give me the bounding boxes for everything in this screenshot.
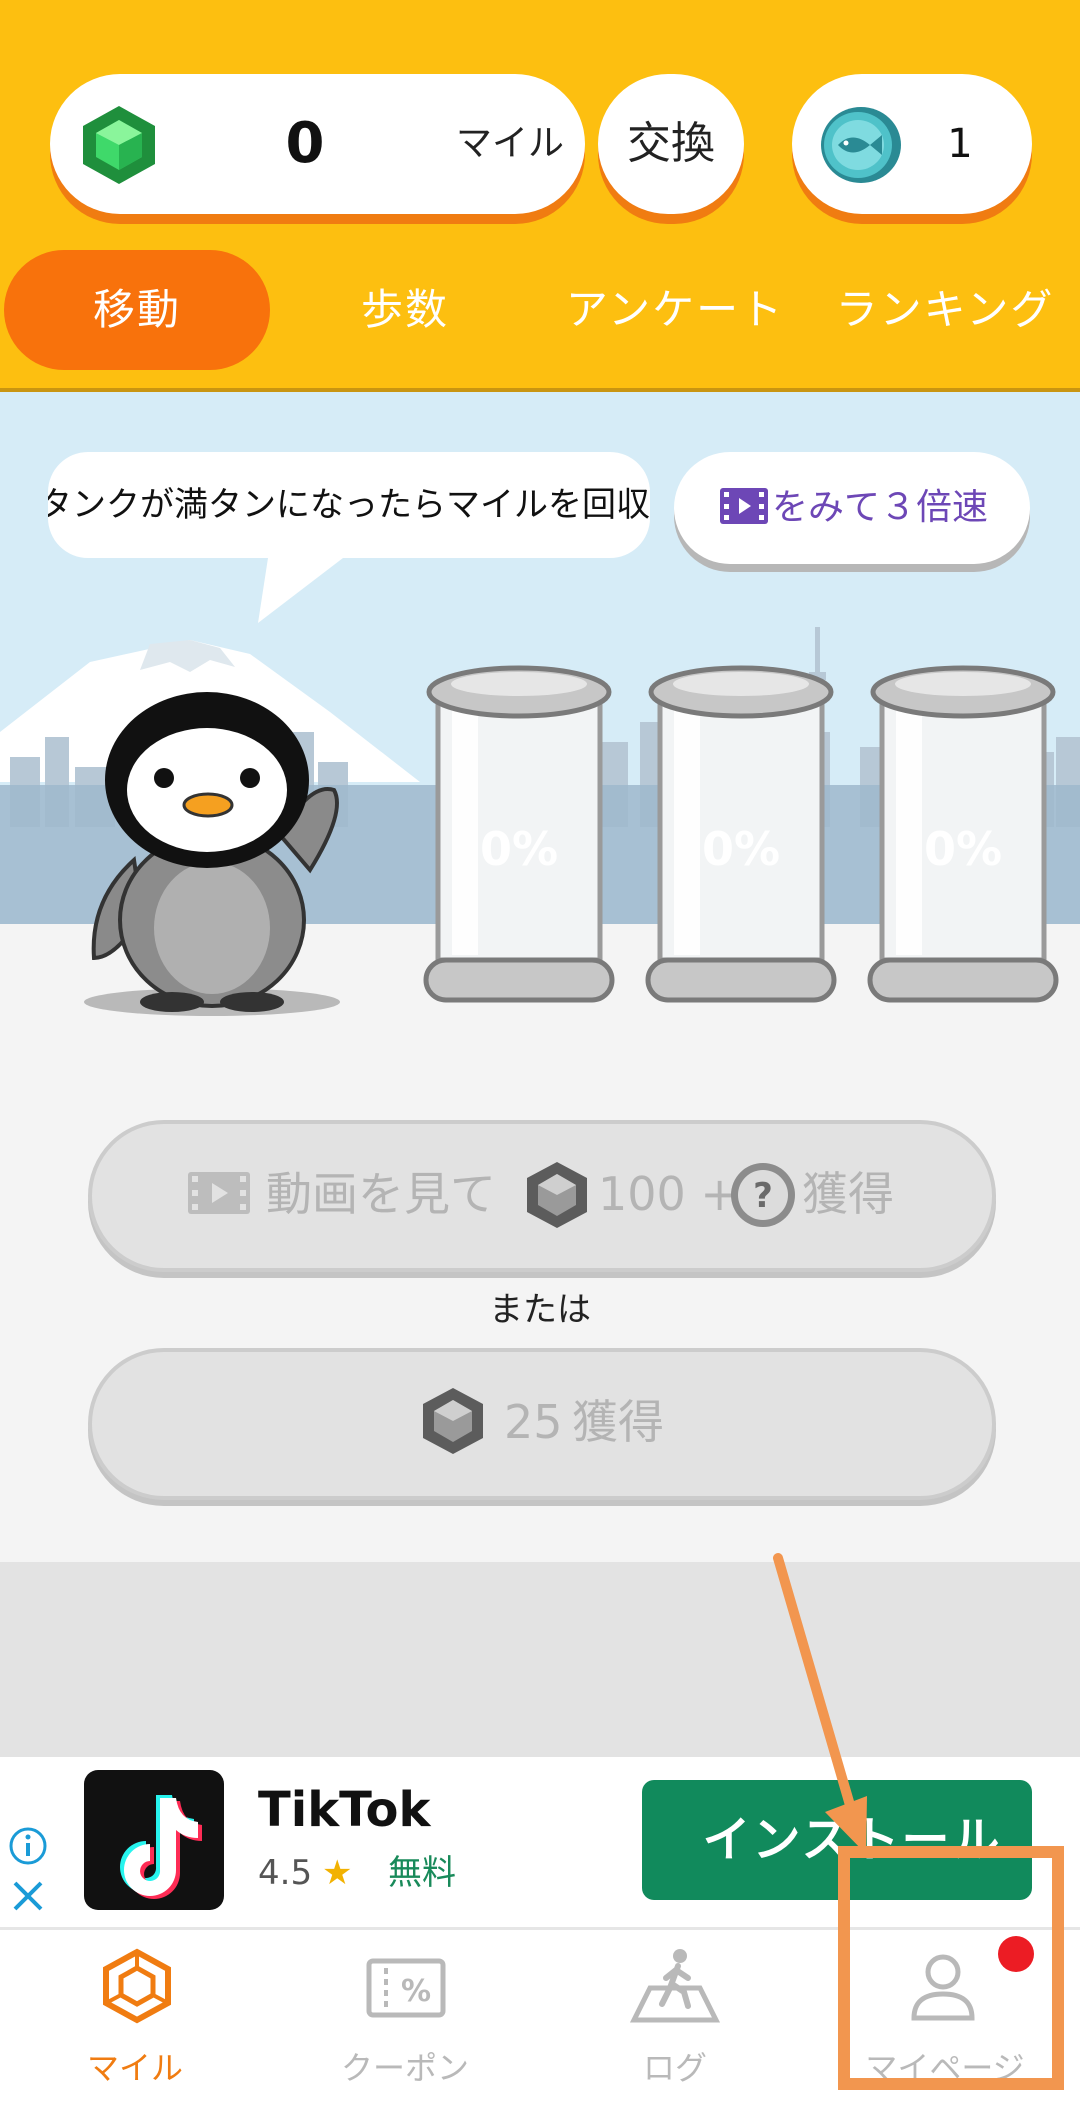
gray-gem-icon — [527, 1162, 587, 1228]
tank-percent: 0% — [479, 822, 559, 876]
exchange-button[interactable]: 交換 — [598, 74, 744, 214]
nav-label-log: ログ — [642, 2049, 707, 2087]
star-icon: ★ — [322, 1853, 353, 1893]
ad-app-name: TikTok — [258, 1782, 431, 1838]
collect-amount: 25 — [504, 1395, 563, 1449]
question-coin-icon: ? — [731, 1163, 795, 1227]
coupon-icon: % — [366, 1958, 446, 2018]
mile-balance-value: 0 — [285, 111, 325, 176]
gray-gem-icon — [423, 1388, 483, 1454]
fish-coin-count: 1 — [947, 121, 973, 167]
nav-label-coupon: クーポン — [340, 2049, 469, 2087]
ad-rating: 4.5 — [258, 1853, 313, 1893]
ad-close-icon[interactable] — [10, 1878, 46, 1914]
fish-coin-icon — [821, 107, 901, 183]
tab-ranking[interactable]: ランキング — [810, 250, 1080, 370]
mile-unit-label: マイル — [455, 123, 564, 164]
tab-bar: 移動 歩数 アンケート ランキング — [0, 250, 1080, 375]
svg-text:?: ? — [753, 1176, 773, 1216]
tab-steps[interactable]: 歩数 — [270, 250, 540, 370]
green-gem-icon — [83, 106, 155, 184]
content-spacer — [0, 1562, 1080, 1757]
collect-suffix: 獲得 — [572, 1395, 664, 1449]
video-button-suffix: 獲得 — [802, 1167, 894, 1221]
hexagon-gem-icon — [103, 1948, 171, 2024]
svg-text:%: % — [401, 1974, 431, 2009]
video-icon — [188, 1172, 250, 1214]
tank-percent: 0% — [923, 822, 1003, 876]
tab-survey[interactable]: アンケート — [540, 250, 810, 370]
tiktok-app-icon — [84, 1770, 224, 1910]
annotation-arrow — [773, 1553, 867, 1854]
video-button-amount: 100 + — [598, 1167, 739, 1221]
nav-label-mile: マイル — [86, 2049, 183, 2087]
video-button-prefix: 動画を見て — [266, 1167, 496, 1221]
triple-speed-label: をみて３倍速 — [772, 487, 989, 528]
annotation-highlight-box — [838, 1846, 1064, 2090]
tab-move[interactable]: 移動 — [4, 250, 270, 370]
walking-icon — [629, 1949, 721, 2023]
speech-bubble-text: タンクが満タンになったらマイルを回収 — [48, 485, 650, 525]
tank-percent: 0% — [701, 822, 781, 876]
video-icon — [720, 488, 768, 524]
speech-bubble: タンクが満タンになったらマイルを回収 — [48, 452, 650, 558]
or-label: または — [489, 1290, 591, 1330]
ad-info-icon[interactable] — [8, 1826, 48, 1866]
ad-price: 無料 — [388, 1853, 456, 1893]
